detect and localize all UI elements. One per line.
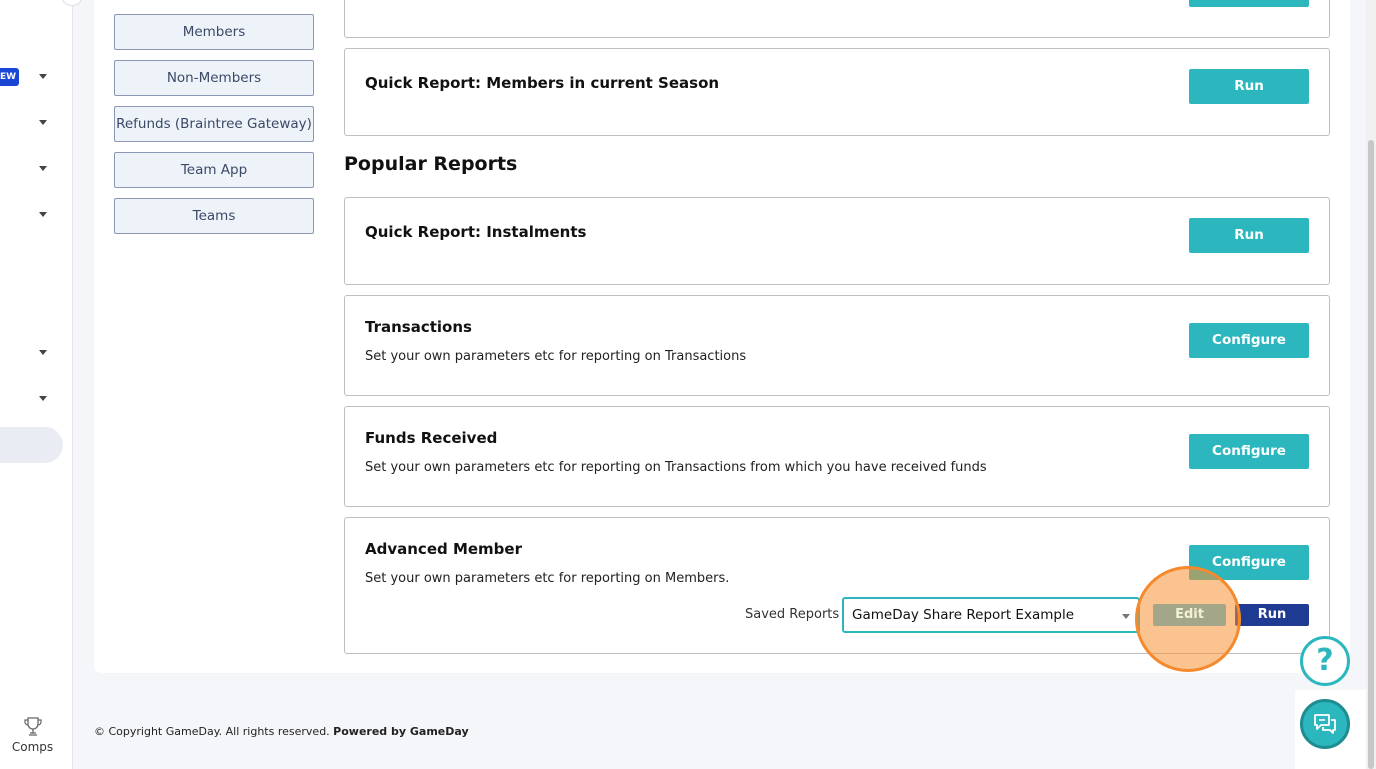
copyright-text: © Copyright GameDay. All rights reserved… (94, 725, 330, 738)
chevron-down-icon[interactable] (39, 212, 47, 217)
trophy-icon (23, 717, 42, 736)
chevron-down-icon (1122, 614, 1130, 619)
chat-button[interactable] (1300, 699, 1350, 749)
report-description: Set your own parameters etc for reportin… (365, 349, 747, 364)
configure-button[interactable]: Configure (1189, 323, 1309, 358)
left-sidebar: EW Comps (0, 0, 82, 769)
configure-button[interactable]: Configure (1189, 545, 1309, 580)
help-icon[interactable]: ? (1300, 636, 1350, 686)
sidebar-collapse-toggle[interactable] (62, 0, 82, 6)
configure-button[interactable]: Configure (1189, 434, 1309, 469)
category-team-app-button[interactable]: Team App (114, 152, 314, 188)
chevron-down-icon[interactable] (39, 350, 47, 355)
report-card-transactions: Transactions Set your own parameters etc… (344, 295, 1330, 396)
chevron-down-icon[interactable] (39, 74, 47, 79)
run-button[interactable]: Run (1189, 218, 1309, 253)
category-non-members-button[interactable]: Non-Members (114, 60, 314, 96)
page-scrollbar[interactable] (1366, 0, 1376, 769)
report-card-instalments: Quick Report: Instalments Run (344, 197, 1330, 285)
chevron-down-icon[interactable] (39, 120, 47, 125)
saved-reports-select[interactable]: GameDay Share Report Example (842, 597, 1140, 633)
powered-by-link[interactable]: Powered by GameDay (333, 725, 468, 738)
help-symbol: ? (1316, 643, 1334, 678)
report-card-advanced-member: Advanced Member Set your own parameters … (344, 517, 1330, 654)
report-card-members-season: Quick Report: Members in current Season … (344, 48, 1330, 136)
comps-label: Comps (11, 740, 54, 754)
category-members-button[interactable]: Members (114, 14, 314, 50)
run-button[interactable]: Run (1189, 69, 1309, 104)
edit-saved-report-button[interactable]: Edit (1153, 604, 1226, 626)
scrollbar-thumb[interactable] (1368, 140, 1374, 769)
footer: © Copyright GameDay. All rights reserved… (94, 725, 469, 738)
run-button-top[interactable] (1189, 0, 1309, 7)
new-badge: EW (0, 68, 19, 86)
saved-reports-label: Saved Reports (745, 607, 840, 622)
report-card-funds-received: Funds Received Set your own parameters e… (344, 406, 1330, 507)
sidebar-item-comps[interactable]: Comps (0, 716, 65, 754)
run-saved-report-button[interactable]: Run (1235, 604, 1309, 626)
chat-icon (1314, 714, 1336, 734)
report-title: Quick Report: Members in current Season (365, 74, 720, 92)
sidebar-item-active[interactable] (0, 427, 63, 463)
report-description: Set your own parameters etc for reportin… (365, 571, 730, 586)
popular-reports-heading: Popular Reports (344, 153, 518, 175)
chevron-down-icon[interactable] (39, 166, 47, 171)
report-title: Quick Report: Instalments (365, 223, 587, 241)
chevron-down-icon[interactable] (39, 396, 47, 401)
report-card-top (344, 0, 1330, 38)
category-refunds-button[interactable]: Refunds (Braintree Gateway) (114, 106, 314, 142)
report-title: Funds Received (365, 429, 498, 447)
category-teams-button[interactable]: Teams (114, 198, 314, 234)
report-description: Set your own parameters etc for reportin… (365, 460, 987, 475)
report-title: Advanced Member (365, 540, 522, 558)
report-title: Transactions (365, 318, 472, 336)
saved-report-value: GameDay Share Report Example (852, 607, 1074, 623)
